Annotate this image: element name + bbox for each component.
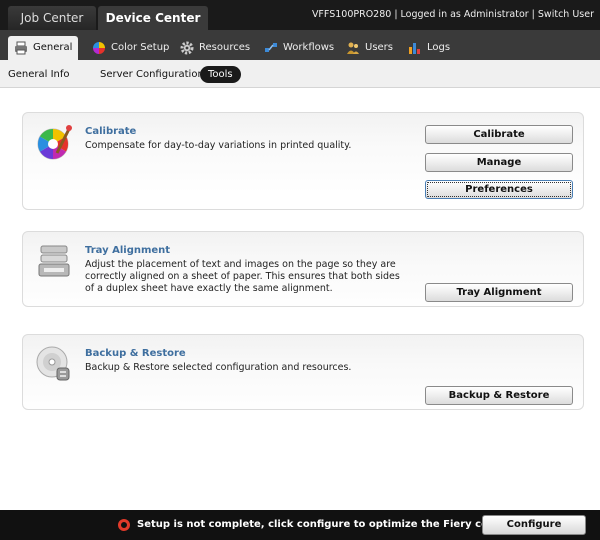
calibrate-description: Compensate for day-to-day variations in … bbox=[85, 140, 352, 151]
backup-restore-title: Backup & Restore bbox=[85, 348, 186, 359]
tray-alignment-card: Tray Alignment Adjust the placement of t… bbox=[22, 231, 584, 307]
setup-warning-bar: Setup is not complete, click configure t… bbox=[0, 510, 600, 540]
setup-warning-message: Setup is not complete, click configure t… bbox=[137, 519, 533, 530]
tab-label: Workflows bbox=[283, 42, 335, 53]
job-center-tab[interactable]: Job Center bbox=[8, 6, 96, 30]
calibrate-button[interactable]: Calibrate bbox=[425, 125, 573, 144]
configure-button[interactable]: Configure bbox=[482, 515, 586, 535]
tab-general[interactable]: General bbox=[8, 36, 79, 60]
paper-tray-icon bbox=[38, 245, 70, 277]
backup-restore-card: Backup & Restore Backup & Restore select… bbox=[22, 334, 584, 410]
tab-label: Resources bbox=[199, 42, 251, 53]
subtab-server-configuration[interactable]: Server Configuration bbox=[92, 66, 212, 83]
top-bar: Job Center Device Center VFFS100PRO280 |… bbox=[0, 0, 600, 30]
gear-icon bbox=[180, 41, 194, 55]
manage-button[interactable]: Manage bbox=[425, 153, 573, 172]
preferences-button[interactable]: Preferences bbox=[425, 180, 573, 199]
calibrate-card: Calibrate Compensate for day-to-day vari… bbox=[22, 112, 584, 210]
users-icon bbox=[347, 42, 359, 54]
tab-label: Color Setup bbox=[111, 42, 170, 53]
backup-restore-description: Backup & Restore selected configuration … bbox=[85, 362, 352, 373]
printer-icon bbox=[15, 41, 27, 55]
color-wheel-icon bbox=[93, 42, 105, 54]
tools-panel: Calibrate Compensate for day-to-day vari… bbox=[0, 89, 600, 510]
tab-workflows[interactable]: Workflows bbox=[258, 36, 340, 60]
tray-alignment-title: Tray Alignment bbox=[85, 245, 171, 256]
server-status: VFFS100PRO280 | Logged in as Administrat… bbox=[311, 9, 594, 20]
tab-label: General bbox=[33, 42, 73, 53]
backup-restore-button[interactable]: Backup & Restore bbox=[425, 386, 573, 405]
tab-label: Users bbox=[365, 42, 394, 53]
calibrate-palette-icon bbox=[37, 125, 72, 160]
tab-resources[interactable]: Resources bbox=[174, 36, 256, 60]
calibrate-title: Calibrate bbox=[85, 126, 137, 137]
main-tab-bar: General Color Setup Resources Workflows bbox=[0, 30, 600, 60]
tray-alignment-description: Adjust the placement of text and images … bbox=[85, 259, 400, 294]
backup-disc-icon bbox=[36, 346, 70, 381]
workflow-icon bbox=[265, 43, 277, 52]
tab-users[interactable]: Users bbox=[340, 36, 399, 60]
tray-alignment-button[interactable]: Tray Alignment bbox=[425, 283, 573, 302]
subtab-tools[interactable]: Tools bbox=[200, 66, 241, 83]
device-center-tab[interactable]: Device Center bbox=[98, 6, 208, 30]
tab-label: Logs bbox=[427, 42, 451, 53]
sub-tab-bar: General Info Server Configuration Tools bbox=[0, 60, 600, 88]
subtab-general-info[interactable]: General Info bbox=[0, 66, 78, 83]
warning-ring-icon bbox=[118, 519, 130, 531]
bar-chart-icon bbox=[409, 43, 420, 54]
tab-color-setup[interactable]: Color Setup bbox=[86, 36, 175, 60]
tab-logs[interactable]: Logs bbox=[402, 36, 456, 60]
